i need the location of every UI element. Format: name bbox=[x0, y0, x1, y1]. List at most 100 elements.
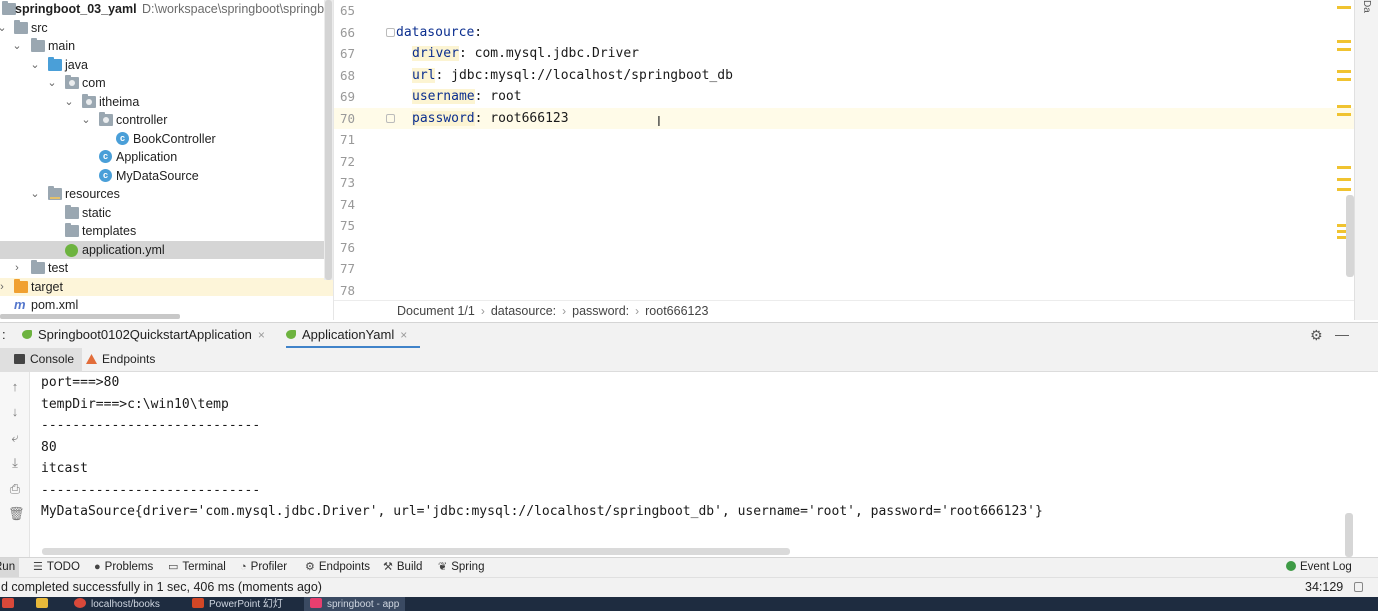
run-tab-quickstart[interactable]: Springboot0102QuickstartApplication × bbox=[22, 323, 265, 349]
toolwindow-run[interactable]: Run bbox=[0, 558, 20, 578]
right-tool-strip[interactable]: Da bbox=[1354, 0, 1378, 320]
tree-item-static[interactable]: static bbox=[0, 204, 333, 222]
console-line: itcast bbox=[41, 461, 88, 476]
console-horizontal-scrollbar[interactable] bbox=[42, 548, 790, 555]
chevron-down-icon[interactable]: ⌄ bbox=[12, 37, 22, 55]
start-icon[interactable] bbox=[2, 597, 19, 611]
chevron-right-icon[interactable]: › bbox=[12, 259, 22, 277]
toolwindow-problems[interactable]: ● Problems bbox=[94, 558, 153, 578]
tree-item-src[interactable]: ⌄ src bbox=[0, 19, 333, 37]
tree-item-itheima[interactable]: ⌄ itheima bbox=[0, 93, 333, 111]
breadcrumb-item[interactable]: datasource: bbox=[491, 304, 556, 318]
breadcrumb-item[interactable]: password: bbox=[572, 304, 629, 318]
tree-item-target[interactable]: › target bbox=[0, 277, 333, 296]
print-icon[interactable]: ⎙ bbox=[8, 482, 22, 496]
toolwindow-spring[interactable]: ❦ Spring bbox=[438, 558, 484, 578]
scroll-to-end-icon[interactable]: ⤓ bbox=[8, 456, 22, 470]
chevron-down-icon[interactable]: ⌄ bbox=[30, 185, 40, 203]
code-line[interactable]: 76 bbox=[334, 237, 1354, 259]
breadcrumb-item[interactable]: Document 1/1 bbox=[397, 304, 475, 318]
code-line[interactable]: 74 bbox=[334, 194, 1354, 216]
code-editor[interactable]: 65 66 datasource: 67 driver: com.mysql.j… bbox=[333, 0, 1378, 320]
fold-icon[interactable] bbox=[386, 27, 395, 37]
tree-item-com[interactable]: ⌄ com bbox=[0, 74, 333, 92]
tree-item-pom[interactable]: m pom.xml bbox=[0, 296, 333, 314]
code-line[interactable]: 72 bbox=[334, 151, 1354, 173]
taskbar-item-browser[interactable]: localhost/books bbox=[74, 597, 160, 611]
taskbar-item-intellij[interactable]: springboot - app bbox=[304, 597, 406, 611]
tree-root[interactable]: springboot_03_yaml D:\workspace\springbo… bbox=[0, 0, 333, 18]
toolwindow-profiler[interactable]: ◔ Profiler bbox=[240, 558, 287, 578]
fold-end-icon[interactable] bbox=[386, 113, 395, 123]
chevron-down-icon[interactable]: ⌄ bbox=[81, 111, 91, 129]
tree-item-resources[interactable]: ⌄ resources bbox=[0, 185, 333, 203]
warning-marker[interactable] bbox=[1337, 40, 1351, 43]
warning-marker[interactable] bbox=[1337, 188, 1351, 191]
code-line[interactable]: 77 bbox=[334, 258, 1354, 280]
code-line[interactable]: 71 bbox=[334, 129, 1354, 151]
code-line[interactable]: 65 bbox=[334, 0, 1354, 22]
warning-marker[interactable] bbox=[1337, 113, 1351, 116]
breadcrumb-item[interactable]: root666123 bbox=[645, 304, 708, 318]
taskbar-item-powerpoint[interactable]: PowerPoint 幻灯 bbox=[192, 597, 283, 611]
code-line[interactable]: 78 bbox=[334, 280, 1354, 302]
code-line[interactable]: 73 bbox=[334, 172, 1354, 194]
toolwindow-endpoints[interactable]: ⚙ Endpoints bbox=[305, 558, 370, 578]
warning-marker[interactable] bbox=[1337, 78, 1351, 81]
toolwindow-event-log[interactable]: Event Log bbox=[1286, 558, 1352, 578]
close-icon[interactable]: × bbox=[258, 328, 265, 342]
chevron-down-icon[interactable]: ⌄ bbox=[64, 93, 74, 111]
tree-item-controller[interactable]: ⌄ controller bbox=[0, 111, 333, 129]
tree-item-java[interactable]: ⌄ java bbox=[0, 56, 333, 74]
line-number: 72 bbox=[340, 153, 356, 169]
code-line[interactable]: 75 bbox=[334, 215, 1354, 237]
database-tool-label[interactable]: Da bbox=[1361, 0, 1372, 13]
toolwindow-build[interactable]: ⚒ Build bbox=[383, 558, 422, 578]
close-icon[interactable]: × bbox=[400, 328, 407, 342]
tree-item-mydatasource[interactable]: c MyDataSource bbox=[0, 167, 333, 185]
console-vertical-scrollbar[interactable] bbox=[1345, 513, 1353, 557]
tree-item-bookcontroller[interactable]: c BookController bbox=[0, 130, 333, 148]
arrow-up-icon[interactable]: ↑ bbox=[8, 380, 22, 394]
soft-wrap-icon[interactable]: ⤶ bbox=[8, 431, 22, 445]
tree-item-application-yml[interactable]: application.yml bbox=[0, 240, 333, 259]
chevron-down-icon[interactable]: ⌄ bbox=[0, 19, 7, 37]
tree-item-main[interactable]: ⌄ main bbox=[0, 37, 333, 55]
tree-item-templates[interactable]: templates bbox=[0, 222, 333, 240]
toolwindow-terminal[interactable]: ▭ Terminal bbox=[168, 558, 226, 578]
trash-icon[interactable]: 🗑 bbox=[8, 507, 25, 521]
warning-marker[interactable] bbox=[1337, 70, 1351, 73]
code-line-current[interactable]: 70 password: root666123 bbox=[334, 107, 1354, 129]
code-line[interactable]: 67 driver: com.mysql.jdbc.Driver bbox=[334, 43, 1354, 65]
warning-marker[interactable] bbox=[1337, 166, 1351, 169]
cursor-position[interactable]: 34:129 bbox=[1305, 578, 1343, 597]
code-line[interactable]: 68 url: jdbc:mysql://localhost/springboo… bbox=[334, 65, 1354, 87]
arrow-down-icon[interactable]: ↓ bbox=[8, 405, 22, 419]
warning-marker[interactable] bbox=[1337, 6, 1351, 9]
tree-item-application[interactable]: c Application bbox=[0, 148, 333, 166]
code-line[interactable]: 69 username: root bbox=[334, 86, 1354, 108]
run-tab-applicationyaml[interactable]: ApplicationYaml × bbox=[286, 323, 420, 349]
toolwindow-label: Terminal bbox=[182, 561, 226, 573]
chevron-down-icon[interactable]: ⌄ bbox=[47, 74, 57, 92]
tab-console[interactable]: Console bbox=[0, 348, 83, 372]
toolwindow-todo[interactable]: ☰ TODO bbox=[33, 558, 80, 578]
tree-horizontal-scrollbar[interactable] bbox=[0, 314, 180, 319]
warning-marker[interactable] bbox=[1337, 105, 1351, 108]
lock-icon[interactable] bbox=[1354, 582, 1363, 592]
chevron-right-icon[interactable]: › bbox=[0, 278, 7, 296]
tree-vertical-scrollbar[interactable] bbox=[324, 0, 333, 280]
tree-item-test[interactable]: › test bbox=[0, 259, 333, 277]
status-message[interactable]: d completed successfully in 1 sec, 406 m… bbox=[1, 578, 322, 597]
file-explorer-icon[interactable] bbox=[36, 597, 53, 611]
line-number: 69 bbox=[340, 89, 356, 104]
warning-marker[interactable] bbox=[1337, 178, 1351, 181]
tab-endpoints[interactable]: Endpoints bbox=[86, 348, 155, 372]
minimize-icon[interactable]: — bbox=[1335, 327, 1349, 341]
code-line[interactable]: 66 datasource: bbox=[334, 22, 1354, 44]
gear-icon[interactable]: ⚙ bbox=[1310, 328, 1324, 342]
warning-marker[interactable] bbox=[1337, 48, 1351, 51]
editor-scrollbar[interactable] bbox=[1346, 195, 1354, 277]
console-output[interactable]: port===>80 tempDir===>c:\win10\temp ----… bbox=[30, 372, 1355, 557]
chevron-down-icon[interactable]: ⌄ bbox=[30, 56, 40, 74]
